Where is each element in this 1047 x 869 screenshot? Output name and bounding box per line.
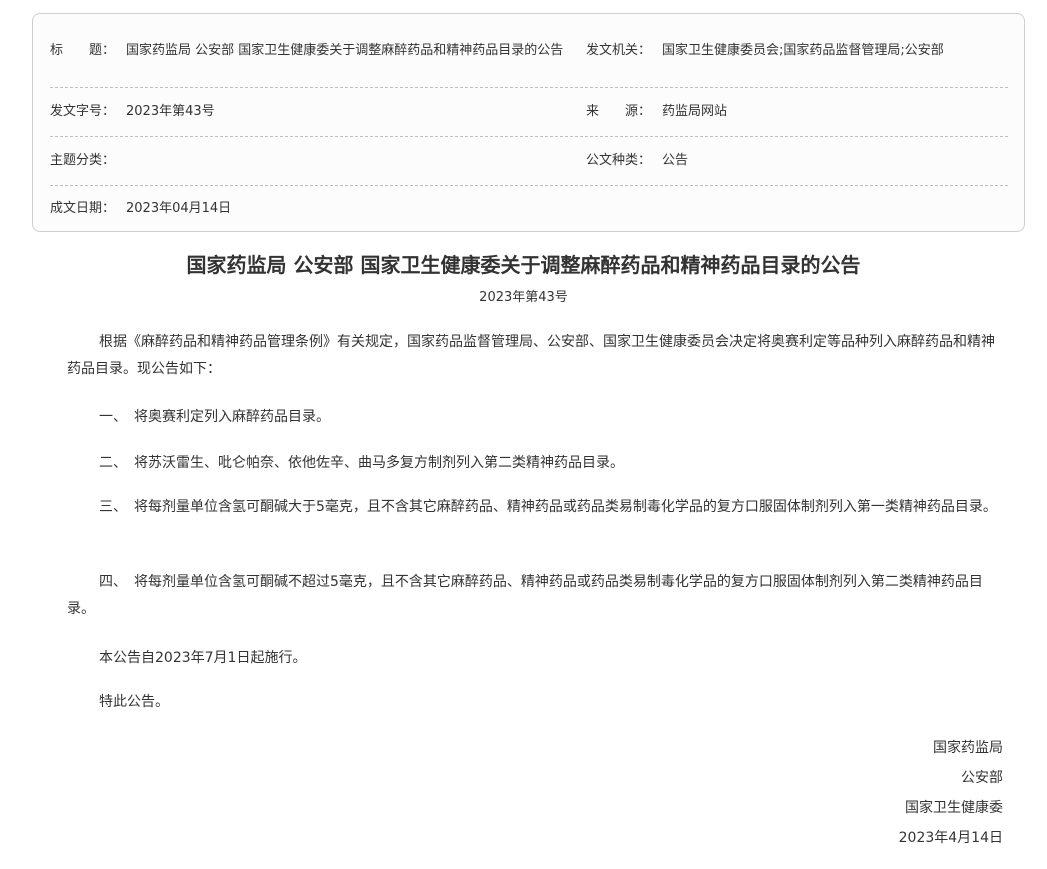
info-row-title: 标 题： 国家药监局 公安部 国家卫生健康委关于调整麻醉药品和精神药品目录的公告… — [50, 14, 1008, 88]
info-cell-doc-number: 发文字号： 2023年第43号 — [50, 87, 580, 136]
doc-type-value: 公告 — [662, 153, 689, 168]
info-row-doc-number: 发文字号： 2023年第43号 来 源： 药监局网站 — [50, 87, 1008, 137]
date-value: 2023年04月14日 — [126, 201, 232, 216]
signature-nhc: 国家卫生健康委 — [905, 800, 1003, 816]
title-label: 标 题： — [50, 43, 116, 58]
info-cell-date: 成文日期： 2023年04月14日 — [50, 185, 580, 232]
info-row-date: 成文日期： 2023年04月14日 — [50, 185, 1008, 232]
info-cell-issuer: 发文机关： 国家卫生健康委员会;国家药品监督管理局;公安部 — [586, 14, 1008, 87]
paragraph-effective-date: 本公告自2023年7月1日起施行。 — [99, 650, 307, 666]
info-cell-doc-type: 公文种类： 公告 — [586, 136, 1008, 185]
info-row-topic: 主题分类： 公文种类： 公告 — [50, 136, 1008, 186]
issuer-label: 发文机关： — [586, 43, 652, 58]
doc-type-label: 公文种类： — [586, 153, 652, 168]
document-info-panel: 标 题： 国家药监局 公安部 国家卫生健康委关于调整麻醉药品和精神药品目录的公告… — [32, 13, 1025, 232]
source-label: 来 源： — [586, 104, 652, 119]
document-number: 2023年第43号 — [479, 290, 568, 305]
topic-label: 主题分类： — [50, 153, 116, 168]
title-value: 国家药监局 公安部 国家卫生健康委关于调整麻醉药品和精神药品目录的公告 — [126, 43, 564, 58]
info-cell-source: 来 源： 药监局网站 — [586, 87, 1008, 136]
signature-nmpa: 国家药监局 — [933, 740, 1003, 756]
document-title: 国家药监局 公安部 国家卫生健康委关于调整麻醉药品和精神药品目录的公告 — [186, 253, 861, 277]
paragraph-intro: 根据《麻醉药品和精神药品管理条例》有关规定，国家药品监督管理局、公安部、国家卫生… — [67, 334, 995, 377]
signature-mps: 公安部 — [961, 770, 1003, 786]
paragraph-item-4: 四、 将每剂量单位含氢可酮碱不超过5毫克，且不含其它麻醉药品、精神药品或药品类易… — [67, 574, 983, 617]
issuer-value: 国家卫生健康委员会;国家药品监督管理局;公安部 — [662, 43, 944, 58]
date-label: 成文日期： — [50, 201, 116, 216]
paragraph-item-3: 三、 将每剂量单位含氢可酮碱大于5毫克，且不含其它麻醉药品、精神药品或药品类易制… — [99, 499, 997, 515]
source-value: 药监局网站 — [662, 104, 728, 119]
paragraph-item-2: 二、 将苏沃雷生、吡仑帕奈、依他佐辛、曲马多复方制剂列入第二类精神药品目录。 — [99, 455, 624, 471]
info-cell-title: 标 题： 国家药监局 公安部 国家卫生健康委关于调整麻醉药品和精神药品目录的公告 — [50, 14, 580, 87]
doc-number-value: 2023年第43号 — [126, 104, 215, 119]
info-cell-topic: 主题分类： — [50, 136, 580, 185]
paragraph-item-1: 一、 将奥赛利定列入麻醉药品目录。 — [99, 409, 330, 425]
paragraph-closing: 特此公告。 — [99, 694, 169, 710]
doc-number-label: 发文字号： — [50, 104, 116, 119]
signature-date: 2023年4月14日 — [898, 830, 1003, 846]
